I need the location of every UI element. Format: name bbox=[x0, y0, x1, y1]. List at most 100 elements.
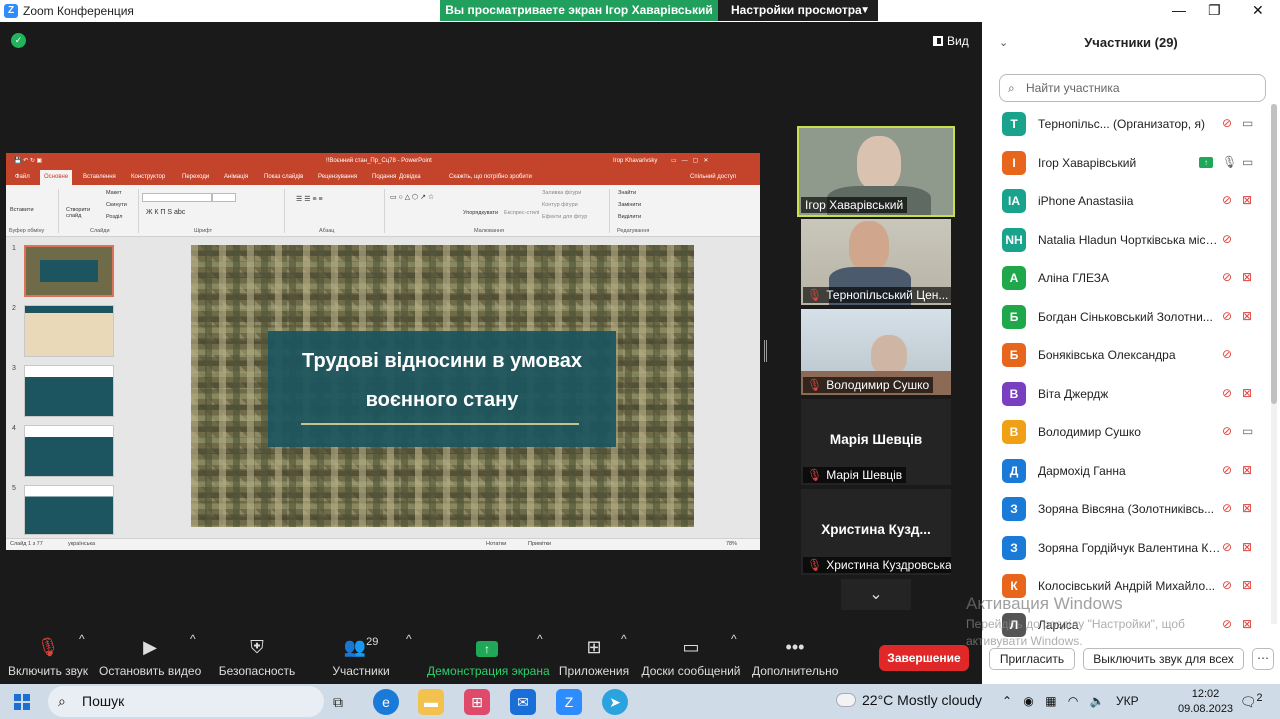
ppt-paragraph-icons[interactable]: ☰ ☰ ≡ ≡ bbox=[296, 195, 323, 203]
participant-row[interactable]: I Ігор Хаварівський ↑ 🎙 ▭ bbox=[982, 145, 1272, 183]
ppt-tab-view[interactable]: Подання bbox=[372, 174, 396, 180]
participant-row[interactable]: З Зоряна Вівсяна (Золотниківсь... ⊘ ⊠ bbox=[982, 491, 1272, 529]
wifi-icon[interactable]: ◠ bbox=[1068, 694, 1078, 708]
ppt-replace-button[interactable]: Замінити bbox=[618, 202, 641, 208]
share-screen-button[interactable]: ↑ Демонстрация экрана bbox=[427, 632, 550, 678]
participant-row[interactable]: Д Дармохід Ганна ⊘ ⊠ bbox=[982, 453, 1272, 491]
taskbar-search-box[interactable]: ⌕ Пошук bbox=[48, 686, 324, 717]
video-camera-icon[interactable]: ▭ bbox=[1242, 424, 1253, 438]
tray-expand-icon[interactable]: ⌃ bbox=[1002, 694, 1012, 708]
mic-muted-icon[interactable]: ⊘ bbox=[1222, 463, 1232, 477]
participant-search-input[interactable]: ⌕ Найти участника bbox=[999, 74, 1266, 102]
ppt-tab-design[interactable]: Конструктор bbox=[131, 174, 165, 180]
video-camera-icon[interactable]: ▭ bbox=[1242, 116, 1253, 130]
ppt-shared-access[interactable]: Спільний доступ bbox=[690, 174, 736, 180]
participants-button[interactable]: 👥29 Участники bbox=[324, 632, 398, 678]
microsoft-store-icon[interactable]: ⊞ bbox=[464, 689, 490, 715]
video-camera-icon[interactable]: ▭ bbox=[1242, 155, 1253, 169]
ppt-tab-transitions[interactable]: Переходи bbox=[182, 174, 209, 180]
chevron-down-icon[interactable]: ⌄ bbox=[841, 579, 911, 610]
volume-icon[interactable]: 🔈 bbox=[1090, 694, 1105, 708]
restore-icon[interactable]: ❐ bbox=[1208, 2, 1221, 19]
ppt-tab-home[interactable]: Основне bbox=[40, 170, 73, 185]
ppt-find-button[interactable]: Знайти bbox=[618, 190, 636, 196]
unmute-button[interactable]: 🎙 Включить звук bbox=[6, 632, 90, 678]
keyboard-language[interactable]: УКР bbox=[1116, 694, 1139, 708]
participant-row[interactable]: T Тернопільс... (Организатор, я) ⊘ ▭ bbox=[982, 106, 1272, 144]
participant-row[interactable]: В Віта Джердж ⊘ ⊠ bbox=[982, 376, 1272, 414]
security-button[interactable]: ⛨ Безопасность bbox=[216, 632, 298, 678]
ppt-comments-button[interactable]: Примітки bbox=[528, 541, 551, 547]
video-off-icon[interactable]: ⊠ bbox=[1242, 309, 1252, 323]
ppt-shape-outline-button[interactable]: Контур фігури bbox=[542, 202, 578, 208]
video-tile[interactable]: Христина Кузд... 🎙 Христина Куздровська bbox=[801, 489, 951, 575]
caret-up-icon[interactable]: ^ bbox=[406, 632, 412, 646]
mic-muted-icon[interactable]: ⊘ bbox=[1222, 116, 1232, 130]
notification-center-icon[interactable]: 🗨2 bbox=[1240, 692, 1263, 710]
video-tile[interactable]: 🎙 Тернопільський Цен... bbox=[801, 219, 951, 305]
telegram-icon[interactable]: ➤ bbox=[602, 689, 628, 715]
mic-muted-icon[interactable]: ⊘ bbox=[1222, 193, 1232, 207]
ppt-tab-review[interactable]: Рецензування bbox=[318, 174, 357, 180]
tray-app-icon[interactable]: ◉ bbox=[1023, 694, 1033, 708]
ppt-reset-button[interactable]: Скинути bbox=[106, 202, 127, 208]
invite-button[interactable]: Пригласить bbox=[989, 648, 1075, 670]
ppt-tell-me[interactable]: Скажіть, що потрібно зробити bbox=[449, 174, 532, 180]
video-off-icon[interactable]: ⊠ bbox=[1242, 501, 1252, 515]
ppt-font-name-box[interactable] bbox=[142, 193, 212, 202]
ppt-quick-styles-button[interactable]: Експрес-стилі bbox=[504, 210, 539, 216]
ppt-select-button[interactable]: Виділити bbox=[618, 214, 641, 220]
task-view-icon[interactable]: ⧉ bbox=[325, 689, 351, 715]
slide-thumbnail-3[interactable] bbox=[24, 365, 114, 417]
mic-muted-icon[interactable]: ⊘ bbox=[1222, 347, 1232, 361]
ppt-zoom-level[interactable]: 78% bbox=[726, 541, 737, 547]
slide-thumbnail-1[interactable] bbox=[24, 245, 114, 297]
video-off-icon[interactable]: ⊠ bbox=[1242, 193, 1252, 207]
view-button[interactable]: Вид bbox=[933, 34, 969, 48]
participant-row[interactable]: А Аліна ГЛЕЗА ⊘ ⊠ bbox=[982, 260, 1272, 298]
ppt-font-size-box[interactable] bbox=[212, 193, 236, 202]
ppt-tab-animations[interactable]: Анімація bbox=[224, 174, 248, 180]
video-off-icon[interactable]: ⊠ bbox=[1242, 540, 1252, 554]
chevron-down-icon[interactable]: ⌄ bbox=[999, 22, 1008, 64]
ppt-arrange-button[interactable]: Упорядкувати bbox=[463, 210, 498, 216]
more-button[interactable]: ••• Дополнительно bbox=[752, 632, 838, 678]
more-options-button[interactable]: ⋯ bbox=[1252, 648, 1274, 670]
end-meeting-button[interactable]: Завершение bbox=[879, 645, 969, 671]
mute-all-button[interactable]: Выключить звук для всех bbox=[1083, 648, 1244, 670]
mic-muted-icon[interactable]: ⊘ bbox=[1222, 386, 1232, 400]
apps-button[interactable]: ⊞ Приложения bbox=[558, 632, 630, 678]
participant-row[interactable]: В Володимир Сушко ⊘ ▭ bbox=[982, 414, 1272, 452]
ppt-tab-help[interactable]: Довідка bbox=[399, 174, 421, 180]
zoom-taskbar-icon[interactable]: Z bbox=[556, 689, 582, 715]
split-handle[interactable] bbox=[764, 340, 767, 362]
mic-muted-icon[interactable]: ⊘ bbox=[1222, 232, 1232, 246]
mic-muted-icon[interactable]: ⊘ bbox=[1222, 578, 1232, 592]
slide-thumbnail-5[interactable] bbox=[24, 485, 114, 535]
participant-row[interactable]: NH Natalia Hladun Чортківська міська ... ⊘ bbox=[982, 222, 1272, 260]
scrollbar-thumb[interactable] bbox=[1271, 104, 1277, 404]
weather-widget[interactable]: 22°C Mostly cloudy bbox=[836, 692, 982, 708]
video-off-icon[interactable]: ⊠ bbox=[1242, 463, 1252, 477]
caret-up-icon[interactable]: ^ bbox=[537, 632, 543, 646]
view-settings-dropdown[interactable]: Настройки просмотра ▼ bbox=[718, 0, 878, 21]
ppt-tab-file[interactable]: Файл bbox=[15, 174, 30, 180]
close-icon[interactable]: ✕ bbox=[1252, 2, 1264, 19]
caret-up-icon[interactable]: ^ bbox=[621, 632, 627, 646]
network-icon[interactable]: ▦ bbox=[1045, 694, 1056, 708]
ppt-paste-button[interactable]: Вставити bbox=[10, 207, 34, 213]
video-off-icon[interactable]: ⊠ bbox=[1242, 578, 1252, 592]
ppt-shape-effects-button[interactable]: Ефекти для фігур bbox=[542, 214, 587, 220]
slide-thumbnail-4[interactable] bbox=[24, 425, 114, 477]
participant-list-scrollbar[interactable] bbox=[1271, 104, 1277, 624]
caret-up-icon[interactable]: ^ bbox=[731, 632, 737, 646]
ppt-font-format-icons[interactable]: Ж К П S abc bbox=[146, 209, 185, 216]
mic-muted-icon[interactable]: ⊘ bbox=[1222, 309, 1232, 323]
ppt-new-slide-button[interactable]: Створити слайд bbox=[66, 207, 96, 219]
ppt-shapes-gallery[interactable]: ▭ ○ △ ⬡ ↗ ☆ bbox=[390, 193, 434, 201]
taskbar-clock[interactable]: 12:02 09.08.2023 bbox=[1178, 687, 1233, 717]
caret-up-icon[interactable]: ^ bbox=[79, 632, 85, 646]
windows-start-icon[interactable] bbox=[14, 694, 30, 710]
participant-row[interactable]: Б Богдан Сіньковський Золотни... ⊘ ⊠ bbox=[982, 299, 1272, 337]
video-off-icon[interactable]: ⊠ bbox=[1242, 386, 1252, 400]
